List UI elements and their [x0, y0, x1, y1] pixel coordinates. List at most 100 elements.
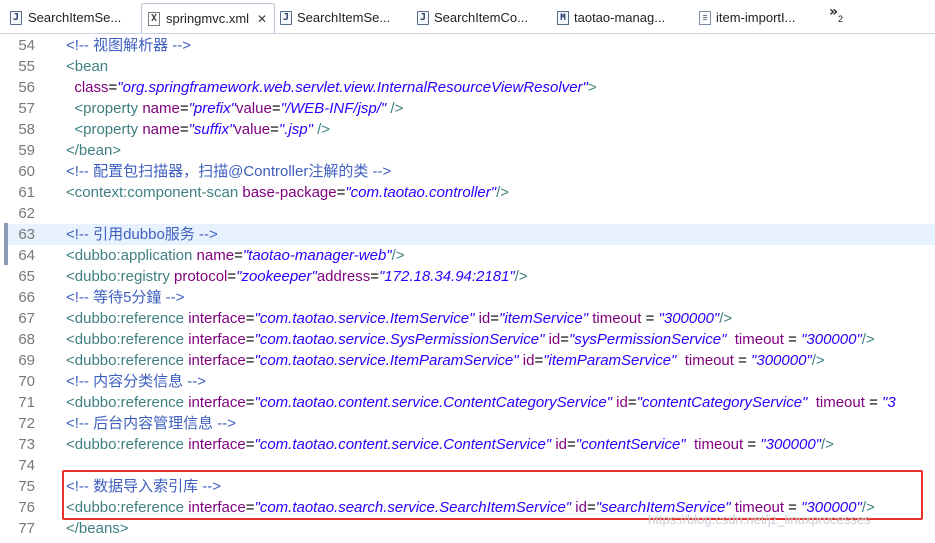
xml-tag: </beans> — [66, 520, 129, 537]
code-line[interactable]: 67 <dubbo:reference interface="com.taotao… — [8, 308, 935, 329]
code-line[interactable]: 68 <dubbo:reference interface="com.taotao… — [8, 329, 935, 350]
code-line[interactable]: 69 <dubbo:reference interface="com.taotao… — [8, 350, 935, 371]
xml-attribute-value: "itemParamService" — [543, 352, 677, 369]
code-line[interactable]: 64 <dubbo:application name="taotao-manage… — [8, 245, 935, 266]
xml-comment: <!-- 视图解析器 --> — [66, 37, 192, 54]
tab-item-import-properties[interactable]: ≡ item-importI... — [696, 3, 814, 33]
xml-attribute-value: "300000" — [760, 436, 821, 453]
code-line[interactable]: 63 <!-- 引用dubbo服务 --> — [8, 224, 935, 245]
code-line[interactable]: 55 <bean — [8, 56, 935, 77]
xml-attribute-value: "com.taotao.service.ItemParamService" — [254, 352, 519, 369]
tab-searchitemservice-2[interactable]: J SearchItemSe... — [277, 3, 407, 33]
code-line[interactable]: 66 <!-- 等待5分鐘 --> — [8, 287, 935, 308]
code-text: = — [179, 100, 189, 117]
xml-tag: /> — [861, 331, 875, 348]
line-number: 72 — [18, 415, 35, 432]
xml-attribute-value: "com.taotao.controller" — [345, 184, 497, 201]
xml-attribute: interface — [188, 394, 246, 411]
code-line[interactable]: 73 <dubbo:reference interface="com.taotao… — [8, 434, 935, 455]
code-text: = — [641, 310, 659, 327]
xml-attribute: timeout — [684, 352, 734, 369]
tab-searchitemcontroller[interactable]: J SearchItemCo... — [414, 3, 544, 33]
code-content: <property name="prefix"value="/WEB-INF/j… — [66, 98, 403, 119]
xml-tag: <bean — [66, 58, 109, 75]
java-file-icon: J — [280, 11, 292, 25]
code-content: <dubbo:reference interface="com.taotao.s… — [66, 308, 732, 329]
xml-tag: /> — [391, 247, 405, 264]
xml-tag: /> — [719, 310, 733, 327]
close-icon[interactable]: ✕ — [256, 12, 268, 26]
xml-attribute: timeout — [592, 310, 642, 327]
code-line[interactable]: 71 <dubbo:reference interface="com.taotao… — [8, 392, 935, 413]
xml-attribute-value: "com.taotao.content.service.ContentServi… — [254, 436, 552, 453]
xml-tag: <dubbo:reference — [66, 331, 185, 348]
tab-overflow-chevron-icon[interactable]: » — [829, 4, 838, 20]
code-line[interactable]: 56 class="org.springframework.web.servle… — [8, 77, 935, 98]
line-number: 67 — [18, 310, 35, 327]
code-content: <!-- 引用dubbo服务 --> — [66, 224, 218, 245]
code-text: = — [234, 247, 243, 264]
code-content: <!-- 后台内容管理信息 --> — [66, 413, 236, 434]
code-line[interactable]: 59 </bean> — [8, 140, 935, 161]
xml-attribute: name — [142, 100, 180, 117]
overview-ruler — [0, 34, 8, 543]
code-text: = — [743, 436, 761, 453]
code-line[interactable]: 57 <property name="prefix"value="/WEB-IN… — [8, 98, 935, 119]
code-text: = — [108, 79, 118, 96]
line-number: 59 — [18, 142, 35, 159]
code-line[interactable]: 61 <context:component-scan base-package="… — [8, 182, 935, 203]
xml-comment: <!-- 内容分类信息 --> — [66, 373, 207, 390]
code-line[interactable]: 70 <!-- 内容分类信息 --> — [8, 371, 935, 392]
tab-label: SearchItemSe... — [297, 10, 391, 25]
line-number: 66 — [18, 289, 35, 306]
xml-code-editor[interactable]: 54 <!-- 视图解析器 --> 55 <bean 56 class="org.spr… — [0, 34, 935, 543]
xml-attribute-value: "taotao-manager-web" — [242, 247, 392, 264]
tab-springmvc-xml[interactable]: X springmvc.xml ✕ — [141, 3, 275, 33]
xml-attribute: name — [142, 121, 180, 138]
xml-attribute: address — [316, 268, 371, 285]
tab-label: taotao-manag... — [574, 10, 666, 25]
xml-comment: <!-- 引用dubbo服务 --> — [66, 226, 218, 243]
code-content: <dubbo:reference interface="com.taotao.c… — [66, 392, 896, 413]
xml-tag: /> — [821, 436, 834, 453]
xml-attribute-value: "itemService" — [499, 310, 589, 327]
xml-attribute: id — [548, 331, 561, 348]
code-text: = — [864, 394, 883, 411]
line-number: 71 — [18, 394, 35, 411]
code-content: <!-- 内容分类信息 --> — [66, 371, 206, 392]
code-text: = — [560, 331, 570, 348]
code-content: </bean> — [66, 140, 121, 161]
line-number: 68 — [18, 331, 35, 348]
xml-attribute: id — [616, 394, 628, 411]
xml-tag: <dubbo:registry — [66, 268, 170, 285]
xml-attribute-value: ".jsp" — [278, 121, 313, 138]
code-content: <dubbo:reference interface="com.taotao.s… — [66, 329, 875, 350]
code-content: <!-- 视图解析器 --> — [66, 35, 191, 56]
code-line[interactable]: 62 — [8, 203, 935, 224]
code-content: <!-- 配置包扫描器，扫描@Controller注解的类 --> — [66, 161, 391, 182]
line-number: 65 — [18, 268, 35, 285]
code-line[interactable]: 60 <!-- 配置包扫描器，扫描@Controller注解的类 --> — [8, 161, 935, 182]
xml-attribute: class — [74, 79, 109, 96]
xml-attribute: interface — [188, 436, 246, 453]
tab-searchitemservice[interactable]: J SearchItemSe... — [4, 3, 132, 33]
code-line[interactable]: 58 <property name="suffix"value=".jsp" /… — [8, 119, 935, 140]
xml-file-icon: X — [148, 12, 160, 26]
xml-attribute-value: "contentService" — [575, 436, 686, 453]
java-file-icon: J — [417, 11, 429, 25]
xml-attribute-value: "300000" — [751, 352, 812, 369]
code-text: = — [733, 352, 752, 369]
xml-attribute-value: "suffix" — [188, 121, 235, 138]
tab-taotao-manager-pom[interactable]: M taotao-manag... — [555, 3, 690, 33]
code-content: <dubbo:registry protocol="zookeeper"addr… — [66, 266, 528, 287]
code-line[interactable]: 65 <dubbo:registry protocol="zookeeper"ad… — [8, 266, 935, 287]
xml-tag: /> — [811, 352, 825, 369]
code-line[interactable]: 54 <!-- 视图解析器 --> — [8, 35, 935, 56]
tab-label: SearchItemSe... — [28, 10, 122, 25]
xml-attribute-value: "300000" — [658, 310, 720, 327]
code-text: = — [534, 352, 544, 369]
code-line[interactable]: 72 <!-- 后台内容管理信息 --> — [8, 413, 935, 434]
code-text: = — [245, 310, 255, 327]
